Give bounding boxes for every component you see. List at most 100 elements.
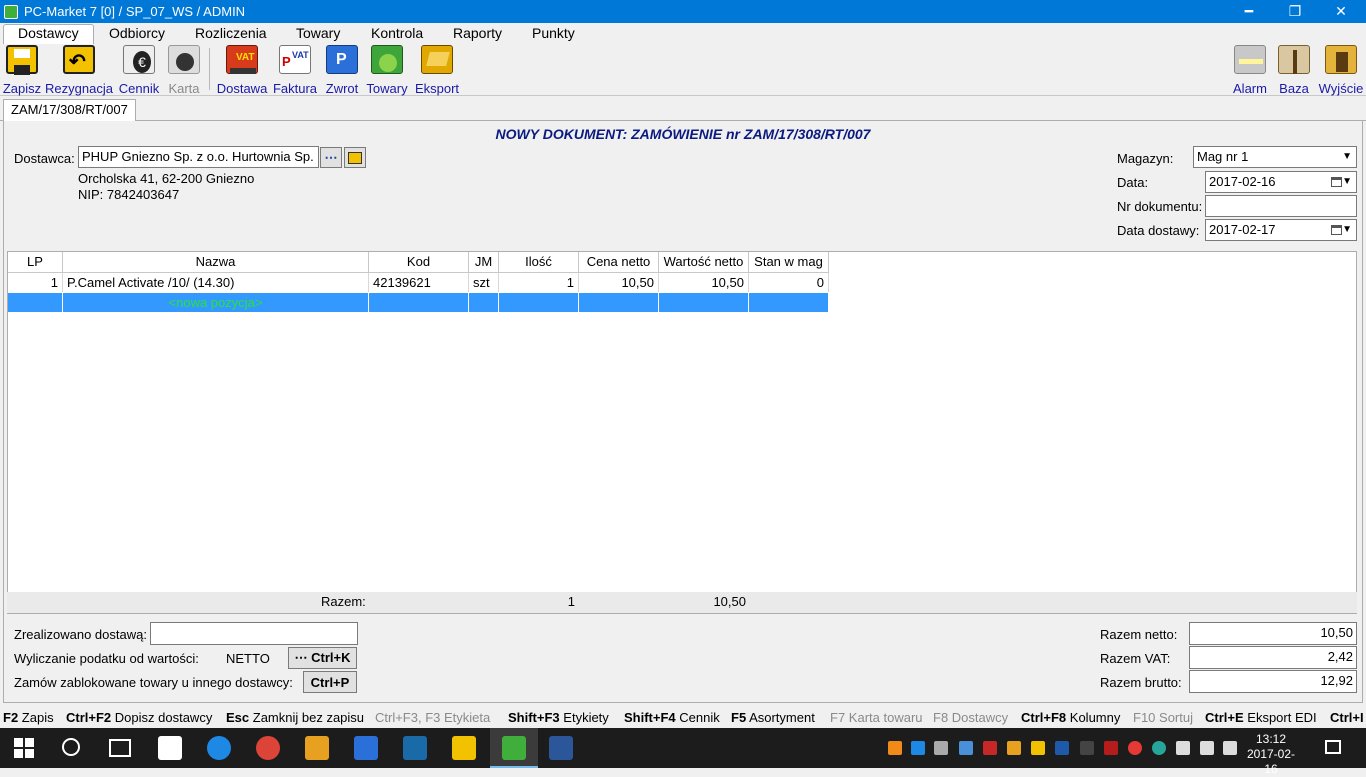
tray-mail-icon[interactable] [1007, 741, 1021, 755]
fkey-f5[interactable]: F5 Asortyment [731, 710, 815, 725]
tab-document[interactable]: ZAM/17/308/RT/007 [3, 99, 136, 122]
fkey-esc[interactable]: Esc Zamknij bez zapisu [226, 710, 364, 725]
new-cell-stan[interactable] [749, 293, 829, 312]
task-view-icon[interactable] [109, 739, 131, 757]
database-button[interactable]: Baza [1276, 44, 1312, 96]
delivery-button[interactable]: VAT Dostawa [217, 44, 267, 96]
date-field[interactable]: 2017-02-16 ▼ [1205, 171, 1357, 193]
menu-rozliczenia[interactable]: Rozliczenia [195, 25, 267, 41]
warehouse-select[interactable]: Mag nr 1 ▼ [1193, 146, 1357, 168]
close-button[interactable]: ✕ [1318, 0, 1364, 23]
supplier-field[interactable]: PHUP Gniezno Sp. z o.o. Hurtownia Sp. [78, 146, 319, 168]
chrome-icon[interactable] [256, 736, 280, 760]
col-header-ilosc[interactable]: Ilość [499, 252, 579, 273]
tray-app-icon[interactable] [983, 741, 997, 755]
minimize-button[interactable]: ━ [1226, 0, 1272, 23]
tray-app-icon[interactable] [911, 741, 925, 755]
blocked-goods-label: Zamów zablokowane towary u innego dostaw… [14, 675, 293, 690]
invoice-button[interactable]: P VAT Faktura [273, 44, 317, 96]
menu-raporty[interactable]: Raporty [453, 25, 502, 41]
new-cell-kod[interactable] [369, 293, 469, 312]
store-icon[interactable] [158, 736, 182, 760]
word-icon[interactable] [549, 736, 573, 760]
chart-app-icon[interactable] [403, 736, 427, 760]
col-header-lp[interactable]: LP [8, 252, 63, 273]
menu-towary[interactable]: Towary [296, 25, 340, 41]
return-button[interactable]: P Zwrot [325, 44, 359, 96]
windows-start-icon[interactable] [14, 738, 34, 758]
cell-wartosc-netto[interactable]: 10,50 [659, 273, 749, 292]
file-explorer-icon[interactable] [452, 736, 476, 760]
new-cell-ilosc[interactable] [499, 293, 579, 312]
tray-app-icon[interactable] [959, 741, 973, 755]
new-cell-lp[interactable] [8, 293, 63, 312]
fkey-shift-f3[interactable]: Shift+F3 Etykiety [508, 710, 609, 725]
delivery-date-field[interactable]: 2017-02-17 ▼ [1205, 219, 1357, 241]
col-header-cena-netto[interactable]: Cena netto [579, 252, 659, 273]
fkey-shift-f4[interactable]: Shift+F4 Cennik [624, 710, 720, 725]
menu-dostawcy[interactable]: Dostawcy [3, 24, 94, 44]
tray-volume-icon[interactable] [1223, 741, 1237, 755]
cell-cena-netto[interactable]: 10,50 [579, 273, 659, 292]
pcmarket-taskbar-button[interactable] [490, 728, 538, 768]
mail-app-icon[interactable] [305, 736, 329, 760]
save-button[interactable]: Zapisz [3, 44, 41, 96]
menu-punkty[interactable]: Punkty [532, 25, 575, 41]
tray-cloud-icon[interactable] [934, 741, 948, 755]
app-icon[interactable] [354, 736, 378, 760]
tray-battery-icon[interactable] [1176, 741, 1190, 755]
menu-kontrola[interactable]: Kontrola [371, 25, 423, 41]
new-cell-wartosc[interactable] [659, 293, 749, 312]
cell-jm[interactable]: szt [469, 273, 499, 292]
col-header-nazwa[interactable]: Nazwa [63, 252, 369, 273]
col-header-stan[interactable]: Stan w mag [749, 252, 829, 273]
blocked-goods-button[interactable]: Ctrl+P [303, 671, 357, 693]
cell-ilosc[interactable]: 1 [499, 273, 579, 292]
clock[interactable]: 13:12 2017-02-16 [1244, 732, 1298, 777]
realized-field[interactable] [150, 622, 358, 645]
cell-lp[interactable]: 1 [8, 273, 63, 292]
card-button[interactable]: Karta [167, 44, 201, 96]
export-button[interactable]: Eksport [414, 44, 460, 96]
fkey-ctrl-e[interactable]: Ctrl+E Eksport EDI [1205, 710, 1317, 725]
supplier-card-button[interactable] [344, 147, 366, 168]
fkey-ctrl-i[interactable]: Ctrl+I [1330, 710, 1364, 725]
cell-stan[interactable]: 0 [749, 273, 829, 292]
new-cell-cena[interactable] [579, 293, 659, 312]
fkey-f2[interactable]: F2 Zapis [3, 710, 54, 725]
tray-app-icon[interactable] [1031, 741, 1045, 755]
search-icon[interactable] [62, 738, 80, 756]
tray-network-icon[interactable] [1200, 741, 1214, 755]
tray-app-icon[interactable] [1080, 741, 1094, 755]
tray-app-icon[interactable] [1152, 741, 1166, 755]
internet-explorer-icon[interactable] [207, 736, 231, 760]
supplier-browse-button[interactable]: ⋯ [320, 147, 342, 168]
fkey-f10: F10 Sortuj [1133, 710, 1193, 725]
exit-button[interactable]: Wyjście [1318, 44, 1364, 96]
notifications-icon[interactable] [1325, 740, 1341, 754]
cell-nazwa[interactable]: P.Camel Activate /10/ (14.30) [63, 273, 369, 292]
col-header-kod[interactable]: Kod [369, 252, 469, 273]
new-item-placeholder[interactable]: <nowa pozycja> [63, 293, 369, 312]
tax-calc-button[interactable]: ⋯ Ctrl+K [288, 647, 357, 669]
pricelist-button[interactable]: € Cennik [118, 44, 160, 96]
alarm-button[interactable]: Alarm [1232, 44, 1268, 96]
fkey-ctrl-f2[interactable]: Ctrl+F2 Dopisz dostawcy [66, 710, 212, 725]
items-grid[interactable]: LP Nazwa Kod JM Ilość Cena netto Wartość… [7, 251, 1357, 614]
menu-odbiorcy[interactable]: Odbiorcy [109, 25, 165, 41]
total-gross-field: 12,92 [1189, 670, 1357, 693]
col-header-jm[interactable]: JM [469, 252, 499, 273]
maximize-button[interactable]: ❐ [1272, 0, 1318, 23]
cancel-button[interactable]: ↶ Rezygnacja [45, 44, 113, 96]
col-header-wartosc-netto[interactable]: Wartość netto [659, 252, 749, 273]
goods-button[interactable]: Towary [366, 44, 408, 96]
tray-app-icon[interactable] [1104, 741, 1118, 755]
tray-flame-icon[interactable] [888, 741, 902, 755]
docnumber-field[interactable] [1205, 195, 1357, 217]
cell-kod[interactable]: 42139621 [369, 273, 469, 292]
fkey-ctrl-f8[interactable]: Ctrl+F8 Kolumny [1021, 710, 1120, 725]
new-cell-jm[interactable] [469, 293, 499, 312]
supplier-card-icon [348, 151, 362, 164]
tray-app-icon[interactable] [1128, 741, 1142, 755]
tray-app-icon[interactable] [1055, 741, 1069, 755]
